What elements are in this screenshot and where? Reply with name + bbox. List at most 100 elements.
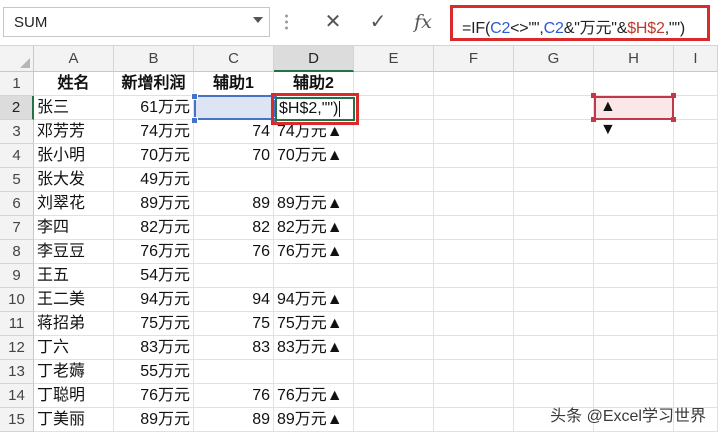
cell-i3[interactable] [674, 120, 718, 144]
cell-e8[interactable] [354, 240, 434, 264]
cell-d7[interactable]: 82万元▲ [274, 216, 354, 240]
cell-e15[interactable] [354, 408, 434, 432]
cell-c5[interactable] [194, 168, 274, 192]
cell-c4[interactable]: 70 [194, 144, 274, 168]
cell-f14[interactable] [434, 384, 514, 408]
cell-e13[interactable] [354, 360, 434, 384]
cell-i11[interactable] [674, 312, 718, 336]
cell-e6[interactable] [354, 192, 434, 216]
cell-d5[interactable] [274, 168, 354, 192]
cell-c8[interactable]: 76 [194, 240, 274, 264]
row-header-4[interactable]: 4 [0, 144, 34, 168]
column-header-c[interactable]: C [194, 46, 274, 72]
cell-a13[interactable]: 丁老薅 [34, 360, 114, 384]
cell-i7[interactable] [674, 216, 718, 240]
cell-d13[interactable] [274, 360, 354, 384]
cell-g10[interactable] [514, 288, 594, 312]
column-header-d[interactable]: D [274, 46, 354, 72]
cell-a15[interactable]: 丁美丽 [34, 408, 114, 432]
column-header-a[interactable]: A [34, 46, 114, 72]
cell-g6[interactable] [514, 192, 594, 216]
cell-c14[interactable]: 76 [194, 384, 274, 408]
row-header-8[interactable]: 8 [0, 240, 34, 264]
cell-e9[interactable] [354, 264, 434, 288]
cell-i8[interactable] [674, 240, 718, 264]
drag-handle-icon[interactable] [285, 13, 288, 31]
cell-e11[interactable] [354, 312, 434, 336]
cell-e1[interactable] [354, 72, 434, 96]
cell-d15[interactable]: 89万元▲ [274, 408, 354, 432]
header-cell-b[interactable]: 新增利润 [114, 72, 194, 96]
name-box[interactable]: SUM [3, 7, 270, 37]
cell-a9[interactable]: 王五 [34, 264, 114, 288]
cell-a4[interactable]: 张小明 [34, 144, 114, 168]
cell-c15[interactable]: 89 [194, 408, 274, 432]
cell-i6[interactable] [674, 192, 718, 216]
cell-c12[interactable]: 83 [194, 336, 274, 360]
cell-d12[interactable]: 83万元▲ [274, 336, 354, 360]
cell-e2[interactable] [354, 96, 434, 120]
enter-button[interactable]: ✓ [362, 8, 394, 36]
cell-f4[interactable] [434, 144, 514, 168]
cell-d6[interactable]: 89万元▲ [274, 192, 354, 216]
cell-a11[interactable]: 蒋招弟 [34, 312, 114, 336]
selection-handle[interactable] [191, 93, 198, 100]
cell-i5[interactable] [674, 168, 718, 192]
cell-e10[interactable] [354, 288, 434, 312]
cell-a6[interactable]: 刘翠花 [34, 192, 114, 216]
cell-f15[interactable] [434, 408, 514, 432]
column-header-b[interactable]: B [114, 46, 194, 72]
cell-b12[interactable]: 83万元 [114, 336, 194, 360]
cell-f11[interactable] [434, 312, 514, 336]
cell-g12[interactable] [514, 336, 594, 360]
cell-f1[interactable] [434, 72, 514, 96]
cell-g2[interactable] [514, 96, 594, 120]
cell-c7[interactable]: 82 [194, 216, 274, 240]
cancel-button[interactable]: ✕ [317, 8, 349, 36]
cell-a3[interactable]: 邓芳芳 [34, 120, 114, 144]
cell-h5[interactable] [594, 168, 674, 192]
cell-c11[interactable]: 75 [194, 312, 274, 336]
cell-e14[interactable] [354, 384, 434, 408]
cell-f10[interactable] [434, 288, 514, 312]
cell-g3[interactable] [514, 120, 594, 144]
cell-b7[interactable]: 82万元 [114, 216, 194, 240]
cell-a10[interactable]: 王二美 [34, 288, 114, 312]
cell-e5[interactable] [354, 168, 434, 192]
cell-b6[interactable]: 89万元 [114, 192, 194, 216]
row-header-3[interactable]: 3 [0, 120, 34, 144]
cell-b8[interactable]: 76万元 [114, 240, 194, 264]
formula-input[interactable]: =IF(C2<>"",C2&"万元"&$H$2,"") [450, 5, 710, 41]
cell-g9[interactable] [514, 264, 594, 288]
editing-cell-d2[interactable]: $H$2,"") [275, 97, 355, 121]
cell-i10[interactable] [674, 288, 718, 312]
cell-c10[interactable]: 94 [194, 288, 274, 312]
row-header-7[interactable]: 7 [0, 216, 34, 240]
cell-b11[interactable]: 75万元 [114, 312, 194, 336]
cell-f8[interactable] [434, 240, 514, 264]
row-header-14[interactable]: 14 [0, 384, 34, 408]
column-header-i[interactable]: I [674, 46, 718, 72]
cell-g13[interactable] [514, 360, 594, 384]
cell-g8[interactable] [514, 240, 594, 264]
cell-c2[interactable] [194, 96, 274, 120]
cell-g7[interactable] [514, 216, 594, 240]
row-header-2[interactable]: 2 [0, 96, 34, 120]
cell-a7[interactable]: 李四 [34, 216, 114, 240]
cell-c13[interactable] [194, 360, 274, 384]
column-header-f[interactable]: F [434, 46, 514, 72]
cell-i9[interactable] [674, 264, 718, 288]
cell-h13[interactable] [594, 360, 674, 384]
cell-b3[interactable]: 74万元 [114, 120, 194, 144]
cell-i12[interactable] [674, 336, 718, 360]
cell-h1[interactable] [594, 72, 674, 96]
cell-g5[interactable] [514, 168, 594, 192]
cell-a5[interactable]: 张大发 [34, 168, 114, 192]
cell-d8[interactable]: 76万元▲ [274, 240, 354, 264]
cell-h4[interactable] [594, 144, 674, 168]
column-header-h[interactable]: H [594, 46, 674, 72]
cell-e3[interactable] [354, 120, 434, 144]
cell-d14[interactable]: 76万元▲ [274, 384, 354, 408]
cell-i4[interactable] [674, 144, 718, 168]
cell-b14[interactable]: 76万元 [114, 384, 194, 408]
